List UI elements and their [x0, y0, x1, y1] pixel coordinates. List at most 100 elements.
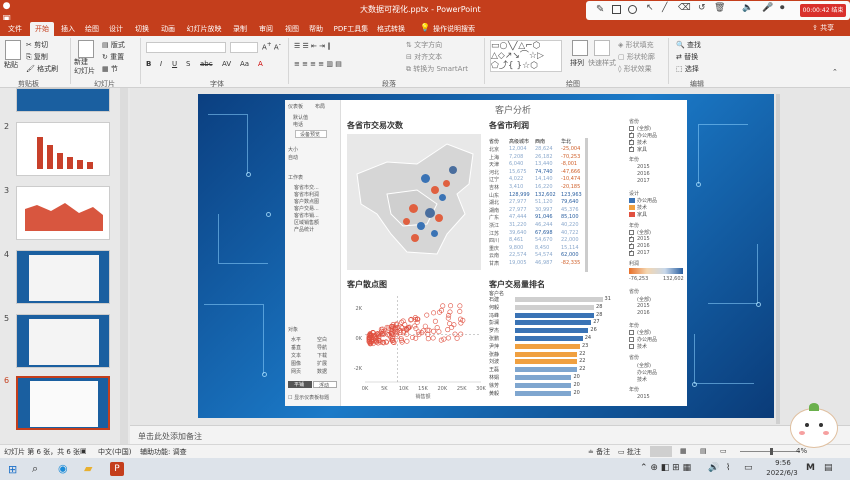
select-button[interactable]: ⬚ 选择	[676, 64, 699, 74]
sheet-item-4[interactable]: 客户交易...	[294, 205, 319, 212]
ime-icon[interactable]: M	[806, 463, 815, 473]
object-download[interactable]: 下载	[317, 352, 327, 359]
bar-mark[interactable]	[515, 312, 595, 318]
slide-thumbnail-1[interactable]	[16, 88, 110, 112]
province-all[interactable]: (全部)	[637, 296, 651, 303]
zoom-level[interactable]: 4%	[796, 447, 807, 455]
new-slide-icon[interactable]	[78, 40, 94, 58]
tab-design[interactable]: 设计	[106, 22, 126, 36]
case-button[interactable]: Aa	[240, 60, 249, 68]
object-navigation[interactable]: 导航	[317, 344, 327, 351]
edge-icon[interactable]: ◉	[58, 462, 68, 475]
font-color-button[interactable]: A	[258, 60, 263, 68]
tab-record[interactable]: 录制	[230, 22, 250, 36]
slide-thumbnail-6[interactable]	[16, 376, 110, 430]
align-text-button[interactable]: ⊟ 对齐文本	[406, 52, 442, 62]
rect-tool-icon[interactable]	[612, 5, 621, 14]
folder-icon[interactable]: ▰	[84, 462, 92, 475]
comments-button[interactable]: ▭ 批注	[618, 447, 641, 457]
font-size-dropdown[interactable]	[230, 42, 258, 53]
language[interactable]: 中文(中国)	[98, 447, 131, 457]
province-2015[interactable]: 2015	[637, 303, 650, 309]
province2-office[interactable]: 办公用品	[637, 369, 657, 376]
profit-table[interactable]: 省份 高级城市 西南 华北 北京 12,004 28,624 -25,004 上海 7,208 26…	[489, 138, 585, 272]
device-phone[interactable]: 电话	[293, 121, 303, 128]
camera-icon[interactable]: ⏺	[780, 3, 785, 13]
reading-view-button[interactable]: ▤	[700, 447, 707, 455]
side-tab-dashboard[interactable]: 仪表板	[288, 103, 303, 110]
clock-time[interactable]: 9:56	[766, 459, 800, 467]
tab-transitions[interactable]: 切换	[132, 22, 152, 36]
smartart-button[interactable]: ⧉ 转换为 SmartArt	[406, 64, 468, 74]
eraser-icon[interactable]: ⌫	[678, 3, 691, 13]
battery-icon[interactable]: ▭	[744, 463, 753, 473]
quick-styles-label[interactable]: 快速样式	[588, 58, 616, 68]
strike-button[interactable]: abc	[200, 60, 213, 68]
object-image[interactable]: 图像	[291, 360, 301, 367]
volume-icon[interactable]: 🔊	[708, 463, 719, 473]
undo-draw-icon[interactable]: ↺	[698, 3, 706, 13]
bar-mark[interactable]	[515, 297, 603, 302]
speaker-icon[interactable]: 🔈	[742, 3, 753, 13]
customer-bar-chart[interactable]: 客户名 石建 31 何毅 28 冯峰 28 彭澜 27 罗杰 26 张鹏 24 尹萍 23 张静 22 刘波 22 王…	[489, 290, 625, 402]
tell-me-search[interactable]: 操作说明搜索	[432, 22, 476, 36]
tab-animations[interactable]: 动画	[158, 22, 178, 36]
shadow-button[interactable]: S	[186, 60, 190, 68]
bar-mark[interactable]	[515, 328, 589, 334]
normal-view-button[interactable]	[650, 446, 672, 457]
year2-2017[interactable]: 2017	[637, 250, 650, 256]
format-painter-button[interactable]: 🖌 格式刷	[26, 64, 58, 74]
arrange-label[interactable]: 排列	[570, 58, 584, 68]
bar-mark[interactable]	[515, 304, 595, 310]
sheet-item-1[interactable]: 客省市交...	[294, 184, 319, 191]
recording-timer-button[interactable]: 00:00:42 结束	[800, 4, 846, 17]
wifi-icon[interactable]: ⌇	[726, 463, 730, 473]
tab-draw[interactable]: 绘图	[82, 22, 102, 36]
line-tool-icon[interactable]: ╱	[662, 3, 667, 13]
shape-fill-button[interactable]: ◈ 形状填充	[618, 40, 654, 50]
object-data[interactable]: 数据	[317, 368, 327, 375]
tab-insert[interactable]: 插入	[58, 22, 78, 36]
search-icon[interactable]: ⌕	[32, 462, 38, 476]
shape-outline-button[interactable]: ▢ 形状轮廓	[618, 52, 655, 62]
slide-thumbnail-4[interactable]	[16, 250, 110, 304]
sheet-item-3[interactable]: 客户数点图	[294, 198, 319, 205]
tab-help[interactable]: 帮助	[306, 22, 326, 36]
year-2017[interactable]: 2017	[637, 178, 650, 184]
sheet-item-7[interactable]: 产品统计	[294, 226, 314, 233]
mic-icon[interactable]: 🎤	[762, 3, 773, 13]
arrow-tool-icon[interactable]: ↖	[646, 3, 654, 13]
spell-icon[interactable]: ▣	[80, 447, 87, 455]
table-scrollbar[interactable]	[585, 138, 588, 272]
clock-date[interactable]: 2022/6/3	[760, 469, 804, 477]
filter-office[interactable]: 办公用品	[637, 132, 657, 139]
tab-file[interactable]: 文件	[4, 22, 26, 36]
reset-button[interactable]: ↻ 重置	[102, 52, 124, 62]
sheet-item-6[interactable]: 区域销售额	[294, 219, 319, 226]
circle-tool-icon[interactable]	[628, 5, 637, 14]
slide-thumbnail-5[interactable]	[16, 314, 110, 368]
side-tab-layout[interactable]: 布局	[315, 103, 325, 110]
copy-button[interactable]: ⎘ 复制	[26, 52, 48, 62]
bar-mark[interactable]	[515, 375, 572, 380]
align-buttons[interactable]: ≡ ≡ ≡ ≡ ▥ ▤	[294, 60, 342, 68]
year2-2015[interactable]: 2015	[637, 236, 650, 242]
notes-pane[interactable]: 单击此处添加备注	[130, 425, 850, 444]
show-title-checkbox[interactable]: ☐ 显示仪表板标题	[288, 394, 329, 401]
year3-all[interactable]: (全部)	[637, 329, 651, 336]
shape-effects-button[interactable]: ◊ 形状效果	[618, 64, 652, 74]
tab-review[interactable]: 审阅	[256, 22, 276, 36]
sorter-view-button[interactable]: ▦	[680, 447, 687, 455]
notes-placeholder[interactable]: 单击此处添加备注	[138, 431, 202, 442]
delete-icon[interactable]: 🗑	[714, 3, 725, 13]
year3-office[interactable]: 办公用品	[637, 336, 657, 343]
bar-mark[interactable]	[515, 343, 580, 349]
bullets-button[interactable]: ☰ ☰ ⇤ ⇥ ‖	[294, 42, 331, 50]
italic-button[interactable]: I	[160, 60, 162, 68]
bar-mark[interactable]	[515, 382, 572, 388]
spacing-button[interactable]: AV	[222, 60, 231, 68]
bar-mark[interactable]	[515, 351, 578, 357]
sheet-item-5[interactable]: 客省市销...	[294, 212, 319, 219]
size-dropdown[interactable]: 自动	[288, 154, 298, 161]
slideshow-view-button[interactable]: ▭	[720, 447, 727, 455]
